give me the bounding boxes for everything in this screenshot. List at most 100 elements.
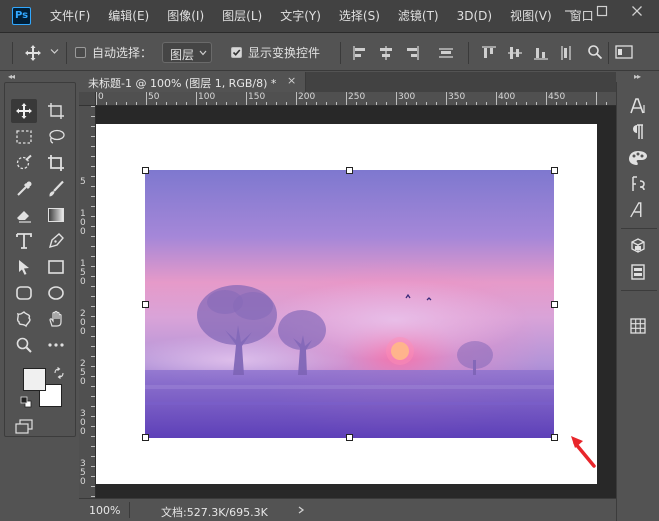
more-tools-button[interactable] xyxy=(43,333,69,357)
quick-select-tool[interactable] xyxy=(11,151,37,175)
crop-tool[interactable] xyxy=(43,151,69,175)
menu-layer[interactable]: 图层(L) xyxy=(212,0,270,33)
crop-icon xyxy=(48,155,64,171)
custom-shape-tool[interactable] xyxy=(11,307,37,331)
align-left-icon[interactable] xyxy=(351,44,369,62)
transform-handle-bottom[interactable] xyxy=(346,434,353,441)
photoshop-logo[interactable]: Ps xyxy=(12,7,31,25)
ellipse-tool[interactable] xyxy=(43,281,69,305)
maximize-button[interactable] xyxy=(585,0,619,22)
foreground-color-swatch[interactable] xyxy=(23,368,46,391)
layers-comp-icon xyxy=(631,264,645,280)
maximize-icon xyxy=(596,5,608,17)
panel-collapse-strip[interactable]: ▸▸ xyxy=(616,72,659,82)
grid-panel-button[interactable] xyxy=(625,314,651,338)
menu-file[interactable]: 文件(F) xyxy=(40,0,98,33)
gradient-tool[interactable] xyxy=(43,203,69,227)
tab-close-icon[interactable]: × xyxy=(287,74,296,87)
path-select-tool[interactable] xyxy=(11,255,37,279)
menu-view[interactable]: 视图(V) xyxy=(500,0,560,33)
document-size: 文档:527.3K/695.3K xyxy=(161,506,268,519)
glyphs-panel-button[interactable] xyxy=(625,172,651,196)
menu-type[interactable]: 文字(Y) xyxy=(270,0,329,33)
minimize-icon xyxy=(565,10,575,12)
transform-handle-left[interactable] xyxy=(142,301,149,308)
close-window-button[interactable] xyxy=(620,0,654,22)
document-tab[interactable]: 未标题-1 @ 100% (图层 1, RGB/8) * × xyxy=(79,72,306,92)
canvas-area[interactable] xyxy=(96,106,616,498)
rectangle-icon xyxy=(48,260,64,274)
layer-comps-button[interactable] xyxy=(625,260,651,284)
collapsed-panels xyxy=(616,82,659,521)
hand-tool[interactable] xyxy=(43,307,69,331)
align-right-icon[interactable] xyxy=(403,44,421,62)
character-styles-button[interactable] xyxy=(625,198,651,222)
show-transform-checkbox[interactable] xyxy=(231,47,242,58)
lasso-tool[interactable] xyxy=(43,125,69,149)
expand-arrows-icon[interactable]: ▸▸ xyxy=(634,72,641,81)
collapse-arrows-icon[interactable]: ◂◂ xyxy=(8,72,15,81)
pen-tool[interactable] xyxy=(43,229,69,253)
3d-icon xyxy=(631,238,645,253)
swap-colors-icon[interactable] xyxy=(53,367,65,379)
move-tool-preset-icon[interactable] xyxy=(24,44,42,62)
menu-image[interactable]: 图像(I) xyxy=(157,0,212,33)
align-top-icon[interactable] xyxy=(480,44,498,62)
minimize-button[interactable] xyxy=(553,0,587,22)
workspace-icon[interactable] xyxy=(615,45,633,59)
eraser-tool[interactable] xyxy=(11,203,37,227)
ruler-origin[interactable] xyxy=(79,92,96,106)
search-icon[interactable] xyxy=(587,44,603,60)
type-tool[interactable] xyxy=(11,229,37,253)
document-canvas[interactable] xyxy=(96,124,597,484)
zoom-level[interactable]: 100% xyxy=(89,504,120,517)
color-icon xyxy=(629,151,647,165)
paragraph-panel-button[interactable] xyxy=(625,120,651,144)
menu-3d[interactable]: 3D(D) xyxy=(447,0,500,33)
menu-edit[interactable]: 编辑(E) xyxy=(98,0,157,33)
distribute-vertical-icon[interactable] xyxy=(558,44,576,62)
chevron-down-icon[interactable] xyxy=(50,47,59,56)
divider xyxy=(12,42,13,64)
eyedropper-tool[interactable] xyxy=(11,177,37,201)
zoom-tool[interactable] xyxy=(11,333,37,357)
vertical-ruler[interactable]: 5 1 0 0 1 5 0 2 0 0 2 5 0 3 0 0 3 5 0 xyxy=(79,106,96,498)
color-panel-button[interactable] xyxy=(625,146,651,170)
marquee-tool[interactable] xyxy=(11,125,37,149)
marquee-icon xyxy=(16,130,32,144)
transform-handle-top-left[interactable] xyxy=(142,167,149,174)
transform-handle-top[interactable] xyxy=(346,167,353,174)
ruler-label: 200 xyxy=(298,92,316,102)
rectangle-tool[interactable] xyxy=(43,255,69,279)
toolbar-collapse-strip[interactable]: ◂◂ xyxy=(0,72,44,82)
auto-select-target-dropdown[interactable]: 图层 xyxy=(162,42,212,63)
transform-handle-bottom-right[interactable] xyxy=(551,434,558,441)
brush-tool[interactable] xyxy=(43,177,69,201)
screen-mode-icon[interactable] xyxy=(15,419,35,435)
menu-select[interactable]: 选择(S) xyxy=(329,0,388,33)
character-panel-button[interactable] xyxy=(625,94,651,118)
align-horizontal-center-icon[interactable] xyxy=(377,44,395,62)
default-colors-icon[interactable] xyxy=(20,396,32,408)
ruler-ticks xyxy=(91,106,95,497)
align-bottom-icon[interactable] xyxy=(532,44,550,62)
rounded-rectangle-tool[interactable] xyxy=(11,281,37,305)
layer-image[interactable] xyxy=(145,170,554,438)
transform-handle-bottom-left[interactable] xyxy=(142,434,149,441)
quick-select-icon xyxy=(16,154,32,170)
artboard-icon xyxy=(48,103,64,119)
brush-icon xyxy=(49,180,64,197)
ellipse-icon xyxy=(48,286,64,300)
distribute-horizontal-icon[interactable] xyxy=(437,44,455,62)
transform-handle-right[interactable] xyxy=(551,301,558,308)
3d-panel-button[interactable] xyxy=(625,234,651,258)
auto-select-checkbox[interactable] xyxy=(75,47,86,58)
align-vertical-center-icon[interactable] xyxy=(506,44,524,62)
chevron-right-icon[interactable] xyxy=(297,506,305,514)
move-tool[interactable] xyxy=(11,99,37,123)
transform-handle-top-right[interactable] xyxy=(551,167,558,174)
horizontal-ruler[interactable]: 0 50 100 150 200 250 300 350 400 450 xyxy=(96,92,616,106)
menu-filter[interactable]: 滤镜(T) xyxy=(388,0,447,33)
artboard-tool[interactable] xyxy=(43,99,69,123)
grid-icon xyxy=(630,318,646,334)
